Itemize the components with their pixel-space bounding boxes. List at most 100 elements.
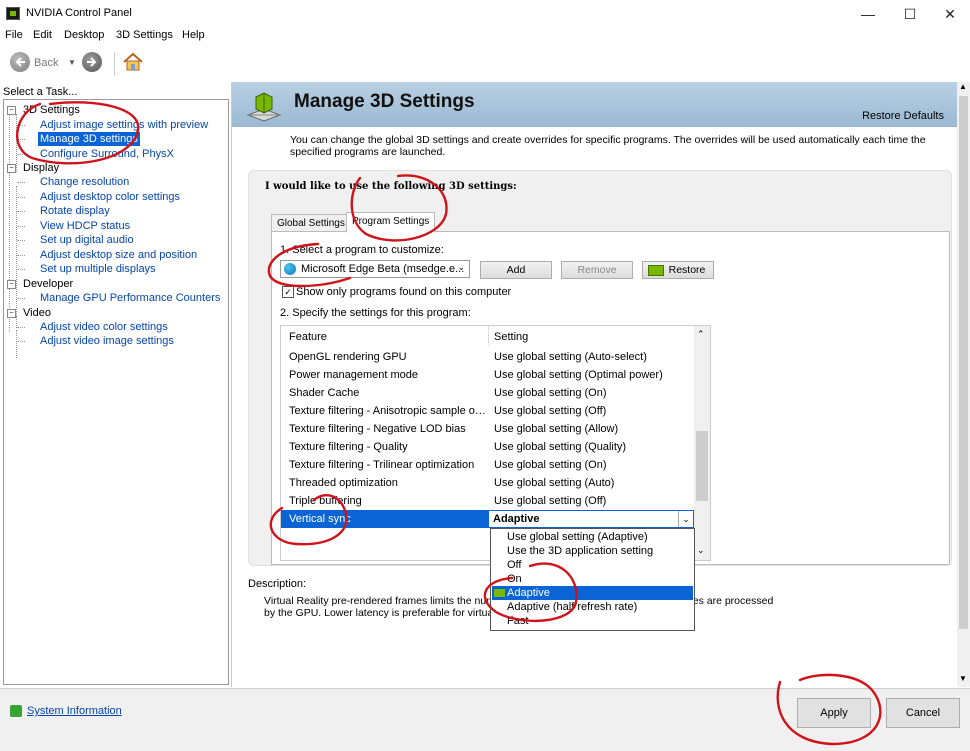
add-program-button[interactable]: Add xyxy=(480,261,552,279)
maximize-button[interactable]: ☐ xyxy=(890,2,930,26)
restore-program-button[interactable]: Restore xyxy=(642,261,714,279)
menu-3d-settings[interactable]: 3D Settings xyxy=(116,29,173,41)
table-row[interactable]: Texture filtering - Anisotropic sample o… xyxy=(281,402,694,420)
row-feature: Threaded optimization xyxy=(289,477,398,489)
row-setting: Use global setting (Optimal power) xyxy=(494,369,663,381)
page-scrollbar[interactable]: ▲ ▼ xyxy=(957,82,970,687)
vsync-feature-label: Vertical sync xyxy=(289,513,351,525)
tree-item-multiple-displays[interactable]: Set up multiple displays xyxy=(40,262,156,276)
remove-program-button[interactable]: Remove xyxy=(561,261,633,279)
table-row[interactable]: Texture filtering - Quality Use global se… xyxy=(281,438,694,456)
scroll-thumb[interactable] xyxy=(959,96,968,629)
tree-item-surround-physx[interactable]: Configure Surround, PhysX xyxy=(40,147,174,161)
scroll-down-icon[interactable]: ⌄ xyxy=(697,545,705,556)
restore-defaults-link[interactable]: Restore Defaults xyxy=(862,110,944,122)
tab-program-settings[interactable]: Program Settings xyxy=(346,212,436,233)
table-row-vertical-sync[interactable]: Vertical sync Adaptive ⌄ xyxy=(281,510,694,528)
menu-file[interactable]: File xyxy=(5,29,23,41)
apply-button[interactable]: Apply xyxy=(797,698,871,728)
vsync-options-list: Use global setting (Adaptive) Use the 3D… xyxy=(490,528,695,631)
row-feature: Texture filtering - Anisotropic sample o… xyxy=(289,405,487,417)
tree-category-developer[interactable]: Developer xyxy=(23,277,73,291)
vsync-option[interactable]: Adaptive (half refresh rate) xyxy=(492,600,693,614)
tree-item-change-resolution[interactable]: Change resolution xyxy=(40,175,129,189)
collapse-3d-settings-icon[interactable]: − xyxy=(7,106,16,115)
home-icon[interactable] xyxy=(122,51,144,73)
back-arrow-icon[interactable] xyxy=(10,52,30,72)
nvidia-app-icon xyxy=(6,7,20,20)
tree-category-display[interactable]: Display xyxy=(23,161,59,175)
row-setting: Use global setting (Auto) xyxy=(494,477,615,489)
edge-browser-icon xyxy=(284,263,296,275)
description-label: Description: xyxy=(248,578,307,590)
back-button-label[interactable]: Back xyxy=(34,57,58,69)
settings-table: Feature Setting OpenGL rendering GPU Use … xyxy=(280,325,711,561)
vsync-option[interactable]: Off xyxy=(492,558,693,572)
tree-item-manage-3d[interactable]: Manage 3D settings xyxy=(38,132,140,146)
vsync-option-selected[interactable]: Adaptive xyxy=(492,586,693,600)
vsync-option[interactable]: On xyxy=(492,572,693,586)
row-setting: Use global setting (Quality) xyxy=(494,441,627,453)
scroll-down-icon[interactable]: ▼ xyxy=(959,674,967,683)
minimize-button[interactable]: — xyxy=(848,2,888,26)
chevron-down-icon[interactable]: ⌄ xyxy=(678,511,693,527)
tree-item-video-image[interactable]: Adjust video image settings xyxy=(40,334,174,348)
column-divider[interactable] xyxy=(488,326,489,345)
page-header: Manage 3D Settings Restore Defaults xyxy=(232,82,957,127)
row-feature: OpenGL rendering GPU xyxy=(289,351,407,363)
close-button[interactable]: ✕ xyxy=(930,2,970,26)
cancel-button[interactable]: Cancel xyxy=(886,698,960,728)
tree-item-rotate-display[interactable]: Rotate display xyxy=(40,204,110,218)
toolbar-separator xyxy=(114,52,115,76)
chevron-down-icon[interactable]: ⌄ xyxy=(457,262,465,273)
vsync-option[interactable]: Fast xyxy=(492,614,693,628)
collapse-developer-icon[interactable]: − xyxy=(7,280,16,289)
table-row[interactable]: Threaded optimization Use global setting … xyxy=(281,474,694,492)
table-row[interactable]: Triple buffering Use global setting (Off) xyxy=(281,492,694,510)
scroll-up-icon[interactable]: ▲ xyxy=(959,82,967,91)
menu-desktop[interactable]: Desktop xyxy=(64,29,104,41)
history-dropdown-icon[interactable]: ▼ xyxy=(68,58,76,67)
table-row[interactable]: Power management mode Use global setting … xyxy=(281,366,694,384)
vsync-option[interactable]: Use global setting (Adaptive) xyxy=(492,530,693,544)
tree-item-hdcp-status[interactable]: View HDCP status xyxy=(40,219,130,233)
collapse-video-icon[interactable]: − xyxy=(7,309,16,318)
only-found-label: Show only programs found on this compute… xyxy=(296,286,512,298)
forward-arrow-icon[interactable] xyxy=(82,52,102,72)
vsync-select[interactable]: Adaptive ⌄ xyxy=(488,510,694,528)
menu-bar: File Edit Desktop 3D Settings Help xyxy=(0,28,970,46)
system-info-icon[interactable] xyxy=(10,705,22,717)
scroll-thumb[interactable] xyxy=(696,431,708,501)
table-row[interactable]: OpenGL rendering GPU Use global setting (… xyxy=(281,348,694,366)
table-row[interactable]: Texture filtering - Negative LOD bias Use… xyxy=(281,420,694,438)
vsync-option[interactable]: Use the 3D application setting xyxy=(492,544,693,558)
task-tree: − 3D Settings Adjust image settings with… xyxy=(3,99,229,685)
scroll-up-icon[interactable]: ⌃ xyxy=(697,329,705,340)
system-information-link[interactable]: System Information xyxy=(27,705,122,717)
tree-item-desktop-size[interactable]: Adjust desktop size and position xyxy=(40,248,197,262)
tree-category-video[interactable]: Video xyxy=(23,306,51,320)
tree-category-3d-settings[interactable]: 3D Settings xyxy=(23,103,80,117)
column-header-feature: Feature xyxy=(289,331,327,343)
table-row[interactable]: Shader Cache Use global setting (On) xyxy=(281,384,694,402)
row-feature: Texture filtering - Negative LOD bias xyxy=(289,423,466,435)
column-header-setting: Setting xyxy=(494,331,529,343)
task-panel: Select a Task... − 3D Settings Adjust im… xyxy=(0,82,232,687)
tree-item-video-color[interactable]: Adjust video color settings xyxy=(40,320,168,334)
row-feature: Triple buffering xyxy=(289,495,362,507)
tree-item-digital-audio[interactable]: Set up digital audio xyxy=(40,233,134,247)
tree-item-gpu-counters[interactable]: Manage GPU Performance Counters xyxy=(40,291,220,305)
program-settings-panel: 1. Select a program to customize: Micros… xyxy=(271,231,950,565)
tree-item-desktop-color[interactable]: Adjust desktop color settings xyxy=(40,190,180,204)
page-title: Manage 3D Settings xyxy=(294,91,475,112)
only-found-checkbox[interactable]: ✓ xyxy=(282,286,294,298)
collapse-display-icon[interactable]: − xyxy=(7,164,16,173)
row-setting: Use global setting (Off) xyxy=(494,495,607,507)
menu-help[interactable]: Help xyxy=(182,29,205,41)
tree-item-adjust-image[interactable]: Adjust image settings with preview xyxy=(40,118,208,132)
menu-edit[interactable]: Edit xyxy=(33,29,52,41)
program-select[interactable]: Microsoft Edge Beta (msedge.e... ⌄ xyxy=(280,260,470,278)
table-scrollbar[interactable]: ⌃ ⌄ xyxy=(694,326,710,560)
step2-label: 2. Specify the settings for this program… xyxy=(280,307,471,319)
table-row[interactable]: Texture filtering - Trilinear optimizati… xyxy=(281,456,694,474)
